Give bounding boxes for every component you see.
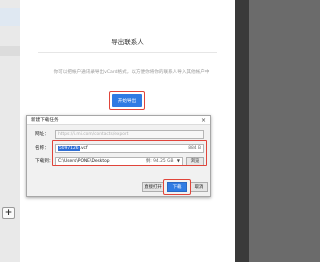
cancel-button[interactable]: 取消 (190, 182, 208, 192)
highlight-box (109, 91, 145, 110)
dialog-titlebar: 新建下载任务 (27, 116, 210, 125)
highlight-box (52, 140, 207, 166)
close-icon[interactable]: × (201, 117, 206, 124)
background-right-edge (235, 0, 249, 262)
new-download-dialog: 新建下载任务 × 网址： https://i.mi.com/contacts/e… (26, 115, 211, 197)
url-value: https://i.mi.com/contacts/export (58, 131, 129, 137)
url-field[interactable]: https://i.mi.com/contacts/export (55, 129, 204, 139)
add-button[interactable]: + (2, 207, 15, 219)
export-description: 你可以把帐户通讯录导出vCard格式，以方便你将你的联系人导入其他帐户中 (53, 70, 210, 75)
page-title: 导出联系人 (111, 38, 144, 46)
dialog-title: 新建下载任务 (31, 118, 59, 123)
divider (38, 52, 217, 53)
url-row: 网址： https://i.mi.com/contacts/export (35, 129, 204, 139)
background-list-item (0, 8, 20, 26)
highlight-box (163, 179, 191, 195)
open-directly-button[interactable]: 直接打开 (142, 182, 164, 192)
background-list-item (0, 46, 20, 56)
background-left-panel (0, 0, 20, 262)
url-label: 网址： (35, 132, 49, 137)
